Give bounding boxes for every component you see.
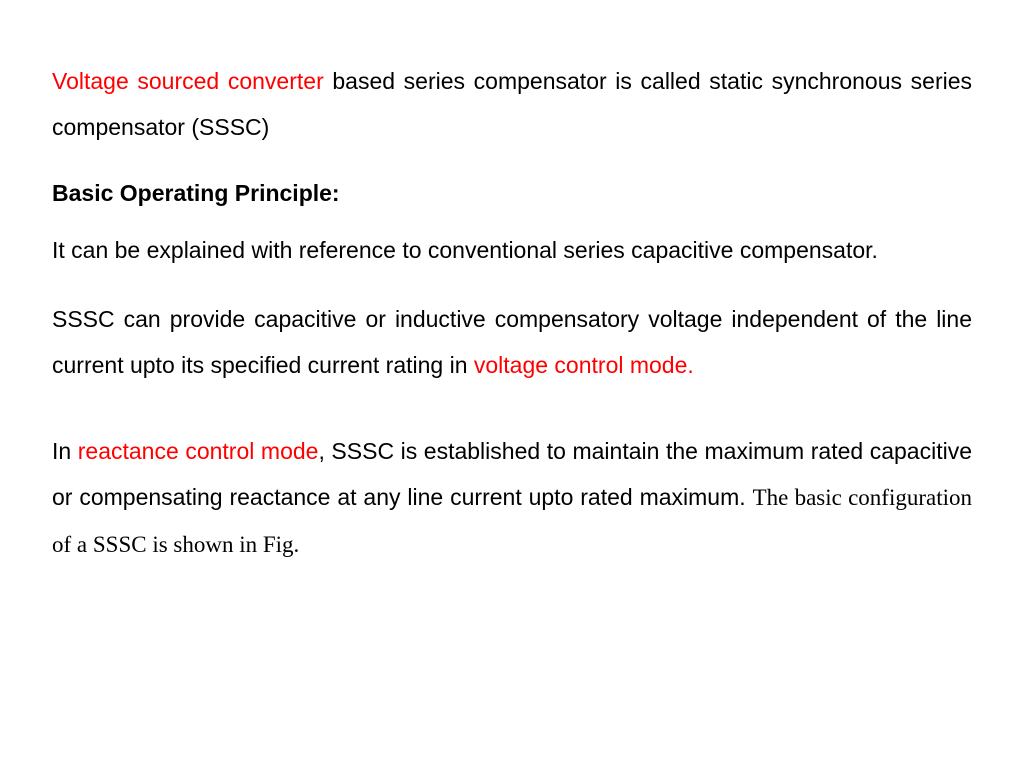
term-voltage-control-mode: voltage control mode.	[474, 352, 694, 378]
principle-paragraph: It can be explained with reference to co…	[52, 233, 972, 268]
section-heading: Basic Operating Principle:	[52, 180, 972, 207]
term-vsc: Voltage sourced converter	[52, 68, 324, 94]
voltage-mode-paragraph: SSSC can provide capacitive or inductive…	[52, 296, 972, 388]
term-reactance-control-mode: reactance control mode	[78, 438, 319, 464]
reactance-a: In	[52, 438, 78, 464]
reactance-mode-paragraph: In reactance control mode, SSSC is estab…	[52, 428, 972, 568]
intro-paragraph: Voltage sourced converter based series c…	[52, 58, 972, 150]
